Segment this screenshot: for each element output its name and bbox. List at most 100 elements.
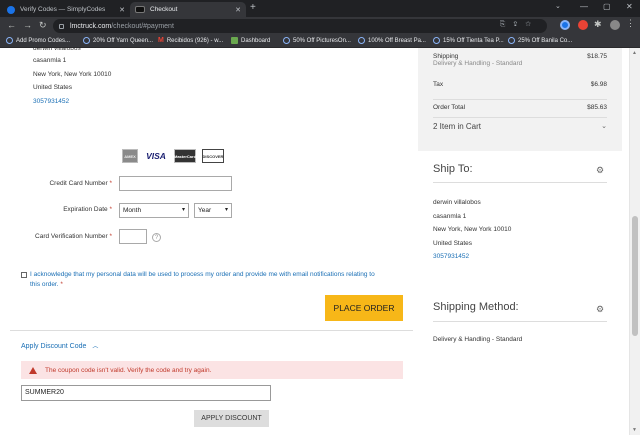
bookmark-c-icon bbox=[83, 37, 90, 44]
tab-title: Verify Codes — SimplyCodes bbox=[20, 6, 106, 13]
shipping-method-sub: Delivery & Handling - Standard bbox=[433, 60, 523, 67]
cvv-label: Card Verification Number * bbox=[35, 233, 112, 240]
bookmark-c-icon bbox=[358, 37, 365, 44]
tab-title: Checkout bbox=[150, 6, 178, 13]
cc-number-label: Credit Card Number * bbox=[49, 180, 112, 187]
shipping-method-value: Delivery & Handling - Standard bbox=[433, 336, 523, 343]
billing-city: New York, New York 10010 bbox=[33, 70, 112, 78]
tax-amount: $6.98 bbox=[590, 81, 607, 88]
tab-search-icon[interactable]: ⌄ bbox=[555, 2, 561, 10]
expiration-month-select[interactable]: Month ▾ bbox=[119, 203, 189, 218]
bookmark-item[interactable]: 15% Off Tienta Tea P... bbox=[433, 37, 504, 44]
browser-toolbar: ← → ↻ lmctruck.com/checkout/#payment ⎘⇪☆… bbox=[0, 17, 640, 35]
reload-icon[interactable]: ↻ bbox=[39, 20, 47, 31]
menu-kebab-icon[interactable]: ⋮ bbox=[626, 18, 636, 28]
ship-to-street: casanmla 1 bbox=[433, 212, 467, 220]
close-window-icon[interactable]: ✕ bbox=[626, 2, 633, 11]
bookmark-item[interactable]: Add Promo Codes... bbox=[6, 37, 70, 44]
page-scrollbar[interactable]: ▲ ▼ bbox=[629, 48, 640, 435]
bookmark-item[interactable]: M Recibidos (926) - w... bbox=[158, 37, 223, 44]
visa-card-icon: VISA bbox=[146, 151, 166, 161]
gmail-icon: M bbox=[158, 37, 164, 44]
chevron-down-icon: ⌄ bbox=[601, 123, 607, 130]
scroll-down-icon[interactable]: ▼ bbox=[632, 427, 637, 433]
divider bbox=[433, 117, 607, 118]
divider bbox=[433, 99, 607, 100]
warning-icon bbox=[29, 366, 37, 374]
omnibox-action-icons[interactable]: ⎘⇪☆ bbox=[500, 21, 539, 29]
consent-label[interactable]: I acknowledge that my personal data will… bbox=[30, 270, 381, 290]
discover-card-icon: DISCOVER bbox=[202, 149, 224, 163]
ship-to-phone[interactable]: 3057931452 bbox=[433, 250, 511, 264]
items-in-cart-toggle[interactable]: 2 Item in Cart ⌄ bbox=[433, 122, 607, 131]
gear-icon[interactable]: ⚙ bbox=[596, 304, 604, 315]
tab-verify-codes[interactable]: Verify Codes — SimplyCodes ✕ bbox=[2, 2, 130, 17]
bookmark-item[interactable]: 50% Off PicturesOn... bbox=[283, 37, 351, 44]
ship-to-city: New York, New York 10010 bbox=[433, 226, 512, 233]
mastercard-card-icon: MasterCard bbox=[174, 149, 196, 163]
cc-number-input[interactable] bbox=[119, 176, 232, 191]
accepted-cards: AMEX VISA MasterCard DISCOVER bbox=[122, 149, 224, 163]
discount-code-input[interactable]: SUMMER20 bbox=[21, 385, 271, 401]
close-tab-icon[interactable]: ✕ bbox=[119, 6, 125, 14]
address-bar[interactable]: lmctruck.com/checkout/#payment ⎘⇪☆ bbox=[53, 19, 547, 33]
bookmark-item[interactable]: 20% Off Yarn Queen... bbox=[83, 37, 153, 44]
cvv-input[interactable] bbox=[119, 229, 147, 244]
amex-card-icon: AMEX bbox=[122, 149, 138, 163]
bookmark-c-icon bbox=[508, 37, 515, 44]
bookmark-c-icon bbox=[283, 37, 290, 44]
order-total-label: Order Total bbox=[433, 104, 466, 111]
bookmark-c-icon bbox=[6, 37, 13, 44]
billing-street: casanmla 1 bbox=[33, 57, 67, 64]
bookmark-item[interactable]: 25% Off Banila Co... bbox=[508, 37, 572, 44]
coupon-error-message: The coupon code isn't valid. Verify the … bbox=[21, 361, 403, 379]
minimize-icon[interactable]: — bbox=[580, 2, 588, 11]
gear-icon[interactable]: ⚙ bbox=[596, 165, 604, 176]
tax-label: Tax bbox=[433, 81, 444, 88]
expiration-year-select[interactable]: Year ▾ bbox=[194, 203, 232, 218]
privacy-consent: I acknowledge that my personal data will… bbox=[21, 270, 381, 290]
tab-checkout[interactable]: Checkout ✕ bbox=[130, 2, 246, 17]
scroll-up-icon[interactable]: ▲ bbox=[632, 50, 637, 56]
avatar-icon[interactable] bbox=[610, 20, 620, 30]
dashboard-icon bbox=[231, 37, 238, 44]
ship-to-address: derwin villalobos casanmla 1 New York, N… bbox=[433, 196, 511, 264]
forward-icon[interactable]: → bbox=[23, 20, 32, 30]
consent-checkbox[interactable] bbox=[21, 272, 27, 278]
order-total-amount: $85.63 bbox=[587, 104, 607, 111]
divider bbox=[433, 182, 607, 183]
browser-tab-bar: Verify Codes — SimplyCodes ✕ Checkout ✕ … bbox=[0, 0, 640, 17]
bookmark-item[interactable]: 100% Off Breast Pa... bbox=[358, 37, 426, 44]
extension-profile-icon[interactable] bbox=[560, 20, 570, 30]
simplycodes-favicon-icon bbox=[7, 5, 15, 14]
maximize-icon[interactable]: ▢ bbox=[603, 2, 611, 11]
shipping-method-heading: Shipping Method: bbox=[433, 301, 519, 313]
apply-discount-button[interactable]: APPLY DISCOUNT bbox=[194, 410, 269, 427]
divider bbox=[433, 321, 607, 322]
tax-row: Tax $6.98 bbox=[433, 81, 607, 88]
bookmark-item[interactable]: Dashboard bbox=[231, 37, 270, 44]
checkout-page: derwin villalobos casanmla 1 New York, N… bbox=[0, 48, 640, 435]
expiration-label: Expiration Date * bbox=[63, 206, 112, 213]
ship-to-country: United States bbox=[433, 239, 473, 247]
scrollbar-thumb[interactable] bbox=[632, 216, 638, 336]
lock-icon bbox=[59, 23, 64, 29]
bookmarks-bar: Add Promo Codes... 20% Off Yarn Queen...… bbox=[0, 35, 640, 48]
shipping-label: Shipping bbox=[433, 53, 459, 60]
new-tab-icon[interactable]: + bbox=[250, 2, 256, 13]
extensions-puzzle-icon[interactable]: ✱ bbox=[594, 19, 604, 29]
shipping-row: Shipping Delivery & Handling - Standard … bbox=[433, 53, 607, 67]
close-tab-icon[interactable]: ✕ bbox=[235, 6, 241, 14]
billing-address: derwin villalobos casanmla 1 New York, N… bbox=[33, 48, 111, 108]
chevron-up-icon: ︿ bbox=[92, 344, 99, 350]
billing-phone[interactable]: 3057931452 bbox=[33, 95, 111, 109]
billing-country: United States bbox=[33, 84, 73, 91]
back-icon[interactable]: ← bbox=[7, 20, 16, 30]
help-icon[interactable]: ? bbox=[152, 233, 161, 242]
bookmark-c-icon bbox=[433, 37, 440, 44]
order-total-row: Order Total $85.63 bbox=[433, 104, 607, 111]
place-order-button[interactable]: PLACE ORDER bbox=[325, 295, 403, 321]
divider bbox=[10, 330, 413, 331]
extension-red-icon[interactable] bbox=[578, 20, 588, 30]
apply-discount-toggle[interactable]: Apply Discount Code ︿ bbox=[21, 341, 98, 350]
